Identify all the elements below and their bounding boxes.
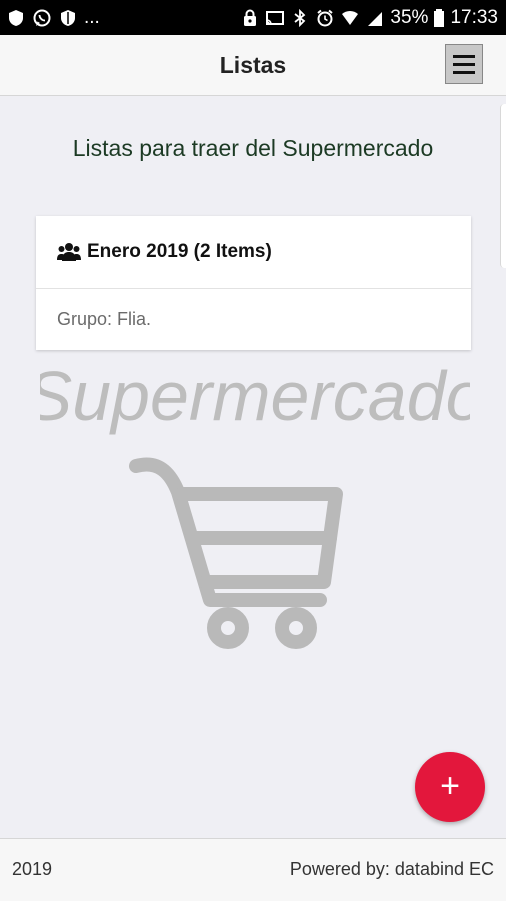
whatsapp-icon [33, 9, 51, 27]
list-group: Grupo: Flia. [57, 309, 152, 329]
footer-year: 2019 [12, 859, 53, 879]
add-list-button[interactable]: + [415, 752, 485, 822]
supermercado-watermark: Supermercado [40, 357, 470, 649]
page-subtitle: Listas para traer del Supermercado [72, 135, 434, 161]
shopping-cart-icon [129, 457, 343, 649]
side-drawer-edge[interactable] [500, 104, 506, 268]
cast-icon [266, 11, 285, 25]
users-icon [57, 243, 81, 261]
shield-icon [9, 10, 23, 26]
battery-icon [434, 9, 445, 27]
wifi-icon [342, 10, 359, 25]
bluetooth-icon [294, 8, 306, 28]
status-ellipsis: ... [84, 7, 100, 28]
shield-check-icon [61, 10, 75, 26]
signal-icon [368, 12, 383, 26]
battery-percent: 35% [390, 7, 429, 28]
list-card-body: Grupo: Flia. [36, 289, 471, 350]
list-title: Enero 2019 (2 Items) [87, 241, 272, 262]
footer-powered-by: Powered by: databind EC [289, 859, 494, 879]
watermark-text: Supermercado [40, 357, 470, 435]
alarm-icon [317, 9, 334, 27]
hamburger-menu-icon [453, 54, 475, 58]
hamburger-menu-icon [453, 62, 475, 66]
status-bar: ... 35% 17:33 [0, 0, 506, 35]
list-card[interactable]: Enero 2019 (2 Items) Grupo: Flia. [36, 216, 471, 350]
footer: 2019 Powered by: databind EC [0, 838, 506, 901]
hamburger-menu-icon [453, 70, 475, 74]
app-header: Listas [0, 35, 506, 96]
list-card-header[interactable]: Enero 2019 (2 Items) [36, 216, 471, 289]
hamburger-menu-button[interactable] [445, 44, 483, 84]
clock: 17:33 [450, 7, 498, 28]
lock-icon [244, 9, 257, 26]
page-title: Listas [219, 52, 287, 78]
